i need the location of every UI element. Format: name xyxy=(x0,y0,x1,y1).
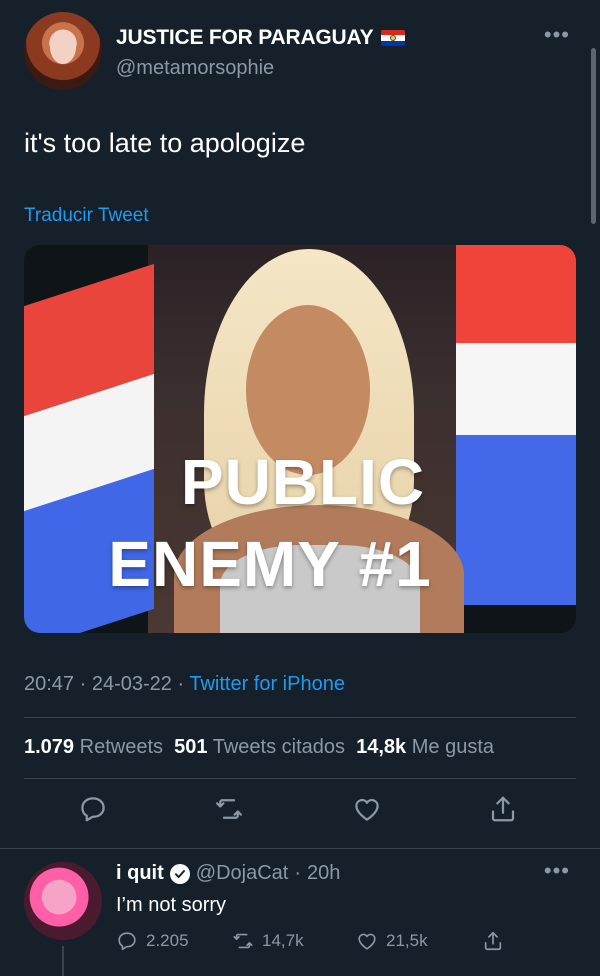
share-icon[interactable] xyxy=(488,794,524,830)
author-avatar[interactable] xyxy=(24,12,102,90)
paraguay-flag-icon xyxy=(381,30,406,46)
tweet-time: 20:47 xyxy=(24,673,75,695)
reply-like-count: 21,5k xyxy=(386,931,428,950)
tweet-stats: 1.079 Retweets 501 Tweets citados 14,8k … xyxy=(24,736,494,759)
reply-text: I’m not sorry xyxy=(116,894,227,916)
reply-retweet-count: 14,7k xyxy=(262,931,304,950)
reply-more-options-icon[interactable]: ••• xyxy=(544,858,570,884)
like-icon xyxy=(358,933,376,950)
reply-time: 20h xyxy=(307,862,341,884)
reply-reply-button[interactable]: 2.205 xyxy=(116,930,189,952)
share-icon xyxy=(484,931,502,951)
divider xyxy=(0,848,600,849)
thread-line xyxy=(62,946,64,976)
retweet-icon[interactable] xyxy=(214,794,250,830)
verified-badge-icon xyxy=(169,863,190,884)
divider xyxy=(24,717,576,718)
more-options-icon[interactable]: ••• xyxy=(544,22,570,48)
quotes-stat[interactable]: 501 Tweets citados xyxy=(174,736,345,758)
tweet-timestamp: 20:47 · 24-03-22 · Twitter for iPhone xyxy=(24,673,345,695)
tweet-source-link[interactable]: Twitter for iPhone xyxy=(189,673,345,695)
reply-author-avatar[interactable] xyxy=(24,862,102,940)
reply-icon[interactable] xyxy=(78,794,114,830)
tweet-text: it's too late to apologize xyxy=(24,128,306,158)
tweet-action-bar xyxy=(0,794,600,834)
reply-icon xyxy=(118,932,136,951)
reply-author-handle[interactable]: @DojaCat xyxy=(196,862,289,885)
reply-action-bar: 2.205 14,7k 21,5k xyxy=(116,930,576,958)
scrollbar[interactable] xyxy=(591,48,596,224)
tweet-date: 24-03-22 xyxy=(91,673,172,695)
author-handle[interactable]: @metamorsophie xyxy=(116,57,274,80)
tweet-media-image[interactable]: PUBLIC ENEMY #1 xyxy=(24,245,576,633)
retweets-stat[interactable]: 1.079 Retweets xyxy=(24,736,163,758)
author-display-name[interactable]: JUSTICE FOR PARAGUAY xyxy=(116,26,406,50)
reply-like-button[interactable]: 21,5k xyxy=(356,930,428,952)
reply-retweet-button[interactable]: 14,7k xyxy=(232,930,304,952)
author-name-text: JUSTICE FOR PARAGUAY xyxy=(116,26,374,49)
divider xyxy=(24,778,576,779)
likes-stat[interactable]: 14,8k Me gusta xyxy=(356,736,494,758)
reply-reply-count: 2.205 xyxy=(146,931,189,950)
media-overlay-line1: PUBLIC xyxy=(180,446,426,518)
reply-author-name[interactable]: i quit xyxy=(116,862,164,885)
tweet-detail-screen: JUSTICE FOR PARAGUAY @metamorsophie ••• … xyxy=(0,0,600,976)
reply-share-button[interactable] xyxy=(482,930,504,952)
translate-tweet-link[interactable]: Traducir Tweet xyxy=(24,205,149,227)
reply-header: i quit @DojaCat · 20h xyxy=(116,862,341,885)
media-overlay-line2: ENEMY #1 xyxy=(108,528,432,600)
like-icon[interactable] xyxy=(352,794,388,830)
retweet-icon xyxy=(233,933,253,949)
